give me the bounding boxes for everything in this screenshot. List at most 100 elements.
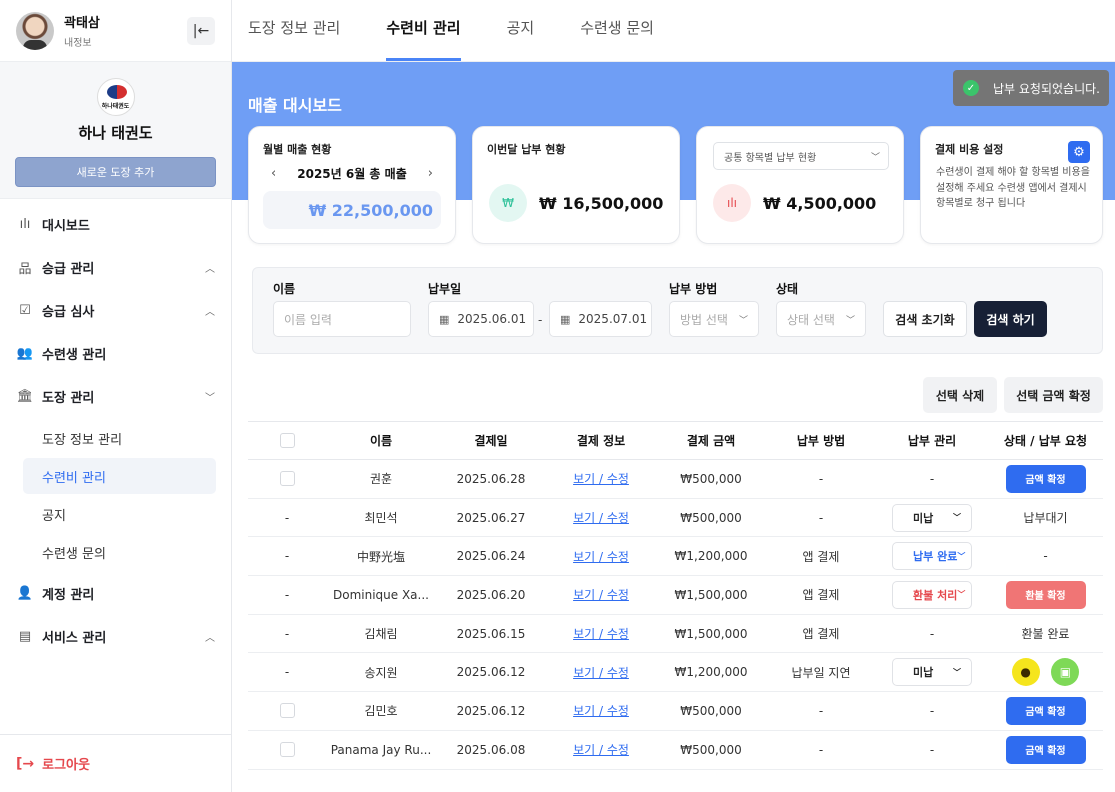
sms-request-icon[interactable]: ▣ [1051, 658, 1080, 687]
month-label: 2025년 6월 총 매출 [297, 167, 407, 181]
sidebar-item-review[interactable]: ☑ 승급 심사 ︿ [0, 289, 231, 332]
confirm-selected-button[interactable]: 선택 금액 확정 [1004, 377, 1103, 413]
sidebar-subitem-fees[interactable]: 수련비 관리 [23, 458, 216, 494]
sidebar-item-promotion[interactable]: 品 승급 관리 ︿ [0, 246, 231, 289]
collapse-icon: |← [192, 22, 210, 39]
table-row: - 中野光塩 2025.06.24 보기 / 수정 ₩1,200,000 앱 결… [248, 536, 1103, 577]
dojo-name: 하나 태권도 [78, 124, 153, 142]
row-checkbox[interactable] [279, 742, 295, 758]
payment-manage-select[interactable]: 환불 처리 ﹀ [892, 580, 972, 609]
users-icon: 👥 [16, 346, 34, 361]
tab-inquiry[interactable]: 수련생 문의 [580, 17, 654, 61]
common-items-card: 공통 항목별 납부 현황 ﹀ ılı ₩ 4,500,000 [696, 126, 904, 244]
chevron-up-icon: ︿ [205, 264, 215, 275]
monthly-total: ₩ 22,500,000 [263, 191, 441, 229]
name-input[interactable]: 이름 입력 [273, 301, 411, 337]
dojo-logo: 하나태권도 [96, 78, 135, 116]
tab-fees[interactable]: 수련비 관리 [386, 17, 461, 61]
confirm-amount-button[interactable]: 금액 확정 [1005, 735, 1086, 764]
sidebar-nav: ılı 대시보드 品 승급 관리 ︿ ☑ 승급 심사 ︿ 👥 수련생 관리 🏛 … [0, 199, 231, 658]
user-name: 곽태삼 [64, 16, 100, 31]
table-row: - Dominique Xa... 2025.06.20 보기 / 수정 ₩1,… [248, 575, 1103, 615]
chevron-up-icon: ︿ [205, 633, 215, 644]
date-to-input[interactable]: ▦ 2025.07.01 [549, 301, 652, 337]
sidebar: 곽태삼 내정보 |← 하나태권도 하나 태권도 새로운 도장 추가 ılı 대시… [0, 0, 232, 792]
won-icon: ₩ [489, 184, 527, 222]
common-items-value: ₩ 4,500,000 [763, 193, 877, 213]
table-row: 권훈 2025.06.28 보기 / 수정 ₩500,000 - - 금액 확정 [248, 459, 1103, 499]
view-edit-link[interactable]: 보기 / 수정 [573, 704, 629, 718]
view-edit-link[interactable]: 보기 / 수정 [573, 588, 629, 602]
view-edit-link[interactable]: 보기 / 수정 [573, 627, 629, 641]
date-from-input[interactable]: ▦ 2025.06.01 [428, 301, 534, 337]
confirm-amount-button[interactable]: 금액 확정 [1005, 696, 1086, 725]
my-info-link[interactable]: 내정보 [64, 34, 100, 49]
clipboard-check-icon: ☑ [19, 303, 31, 318]
row-checkbox[interactable] [279, 703, 295, 719]
monthly-sales-card: 월별 매출 현황 ‹ 2025년 6월 총 매출 › ₩ 22,500,000 [248, 126, 456, 244]
common-items-select[interactable]: 공통 항목별 납부 현황 ﹀ [713, 142, 889, 170]
sidebar-item-dashboard[interactable]: ılı 대시보드 [0, 203, 231, 246]
reset-search-button[interactable]: 검색 초기화 [883, 301, 967, 337]
hierarchy-icon: 品 [18, 262, 32, 277]
table-row: - 송지원 2025.06.12 보기 / 수정 ₩1,200,000 납부일 … [248, 652, 1103, 693]
sidebar-item-account[interactable]: 👤 계정 관리 [0, 572, 231, 615]
view-edit-link[interactable]: 보기 / 수정 [573, 666, 629, 680]
view-edit-link[interactable]: 보기 / 수정 [573, 472, 629, 486]
method-select[interactable]: 방법 선택 ﹀ [669, 301, 759, 337]
chevron-up-icon: ︿ [205, 307, 215, 318]
payments-table: 이름 결제일 결제 정보 결제 금액 납부 방법 납부 관리 상태 / 납부 요… [248, 421, 1103, 770]
chart-icon: ılı [713, 184, 751, 222]
bar-chart-icon: ılı [19, 217, 31, 232]
store-icon: 🏛 [16, 389, 34, 404]
table-row: - 김채림 2025.06.15 보기 / 수정 ₩1,500,000 앱 결제… [248, 614, 1103, 654]
view-edit-link[interactable]: 보기 / 수정 [573, 511, 629, 525]
dojo-box: 하나태권도 하나 태권도 새로운 도장 추가 [0, 62, 231, 199]
payment-manage-select[interactable]: 납부 완료 ﹀ [892, 542, 972, 571]
toast-notification: ✓ 납부 요청되었습니다. [953, 70, 1109, 106]
sidebar-subitem-inquiry[interactable]: 수련생 문의 [23, 534, 216, 570]
add-dojo-button[interactable]: 새로운 도장 추가 [15, 157, 216, 187]
confirm-amount-button[interactable]: 금액 확정 [1005, 464, 1086, 493]
view-edit-link[interactable]: 보기 / 수정 [573, 550, 629, 564]
tab-notice[interactable]: 공지 [507, 17, 535, 61]
sidebar-item-dojo[interactable]: 🏛 도장 관리 ﹀ [0, 375, 231, 418]
sidebar-item-service[interactable]: ▤ 서비스 관리 ︿ [0, 615, 231, 658]
collapse-sidebar-button[interactable]: |← [187, 16, 215, 45]
calendar-icon: ▦ [439, 312, 450, 326]
chevron-down-icon: ﹀ [738, 315, 748, 326]
view-edit-link[interactable]: 보기 / 수정 [573, 743, 629, 757]
select-all-checkbox[interactable] [279, 433, 295, 448]
this-month-card: 이번달 납부 현황 ₩ ₩ 16,500,000 [472, 126, 680, 244]
this-month-value: ₩ 16,500,000 [539, 193, 664, 213]
logout-icon: [→ [16, 755, 35, 772]
status-select[interactable]: 상태 선택 ﹀ [776, 301, 866, 337]
prev-month-button[interactable]: ‹ [263, 166, 284, 181]
tab-dojo-info[interactable]: 도장 정보 관리 [248, 17, 340, 61]
table-header: 이름 결제일 결제 정보 결제 금액 납부 방법 납부 관리 상태 / 납부 요… [248, 421, 1103, 460]
gear-icon[interactable]: ⚙ [1068, 141, 1090, 163]
sidebar-subitem-notice[interactable]: 공지 [23, 496, 216, 532]
next-month-button[interactable]: › [420, 166, 441, 181]
sidebar-subitem-dojo-info[interactable]: 도장 정보 관리 [23, 420, 216, 456]
chevron-down-icon: ﹀ [845, 315, 855, 326]
user-icon: 👤 [16, 586, 34, 601]
kakao-message-icon[interactable]: ● [1011, 658, 1040, 687]
settings-description: 수련생이 결제 해야 할 항목별 비용을 설정해 주세요 수련생 앱에서 결제시… [936, 167, 1090, 209]
confirm-refund-button[interactable]: 환불 확정 [1005, 580, 1086, 609]
chevron-down-icon: ﹀ [953, 667, 961, 677]
search-button[interactable]: 검색 하기 [974, 301, 1047, 337]
avatar [16, 11, 54, 50]
payment-manage-select[interactable]: 미납 ﹀ [892, 503, 972, 532]
logout-button[interactable]: [→ 로그아웃 [0, 734, 231, 792]
sidebar-item-students[interactable]: 👥 수련생 관리 [0, 332, 231, 375]
row-checkbox[interactable] [279, 471, 295, 487]
user-profile[interactable]: 곽태삼 내정보 |← [0, 0, 231, 62]
payment-manage-select[interactable]: 미납 ﹀ [892, 658, 972, 687]
delete-selected-button[interactable]: 선택 삭제 [923, 377, 997, 413]
chevron-down-icon: ﹀ [205, 393, 215, 404]
card-icon: ▤ [18, 629, 32, 644]
chevron-down-icon: ﹀ [957, 551, 966, 561]
banner-title: 매출 대시보드 [248, 96, 342, 115]
chevron-down-icon: ﹀ [957, 590, 966, 600]
